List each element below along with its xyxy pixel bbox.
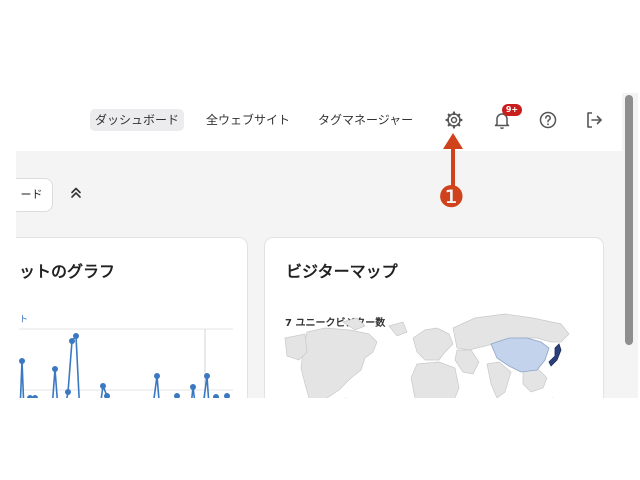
notification-badge: 9+	[502, 104, 522, 116]
chart-data-points	[19, 333, 230, 398]
scrollbar-thumb[interactable]	[625, 95, 633, 345]
nav-tag-manager[interactable]: タグマネージャー	[313, 109, 418, 131]
logout-button[interactable]	[582, 108, 606, 132]
dashboard-select-button[interactable]: ード	[16, 178, 53, 212]
annotation-number: ❶	[438, 180, 465, 215]
map-region-japan	[548, 343, 562, 367]
dashboard-screenshot: ダッシュボード 全ウェブサイト タグマネージャー 9+ ード ットのグラフ ト …	[16, 93, 638, 398]
nav-dashboard[interactable]: ダッシュボード	[90, 109, 185, 131]
annotation-marker: ❶	[428, 127, 478, 227]
visitor-map-card: ビジターマップ 7 ユニークビジター数	[264, 237, 604, 398]
graph-card: ットのグラフ ト	[16, 237, 248, 398]
line-chart	[19, 328, 233, 398]
world-map	[284, 313, 570, 398]
question-circle-icon	[539, 111, 557, 129]
double-chevron-up-icon	[71, 187, 81, 198]
vertical-scrollbar[interactable]	[624, 93, 634, 398]
help-button[interactable]	[536, 108, 560, 132]
nav-all-websites[interactable]: 全ウェブサイト	[201, 109, 295, 131]
top-navigation-bar: ダッシュボード 全ウェブサイト タグマネージャー 9+	[16, 93, 622, 151]
logout-icon	[587, 112, 602, 128]
collapse-button[interactable]	[66, 183, 86, 203]
